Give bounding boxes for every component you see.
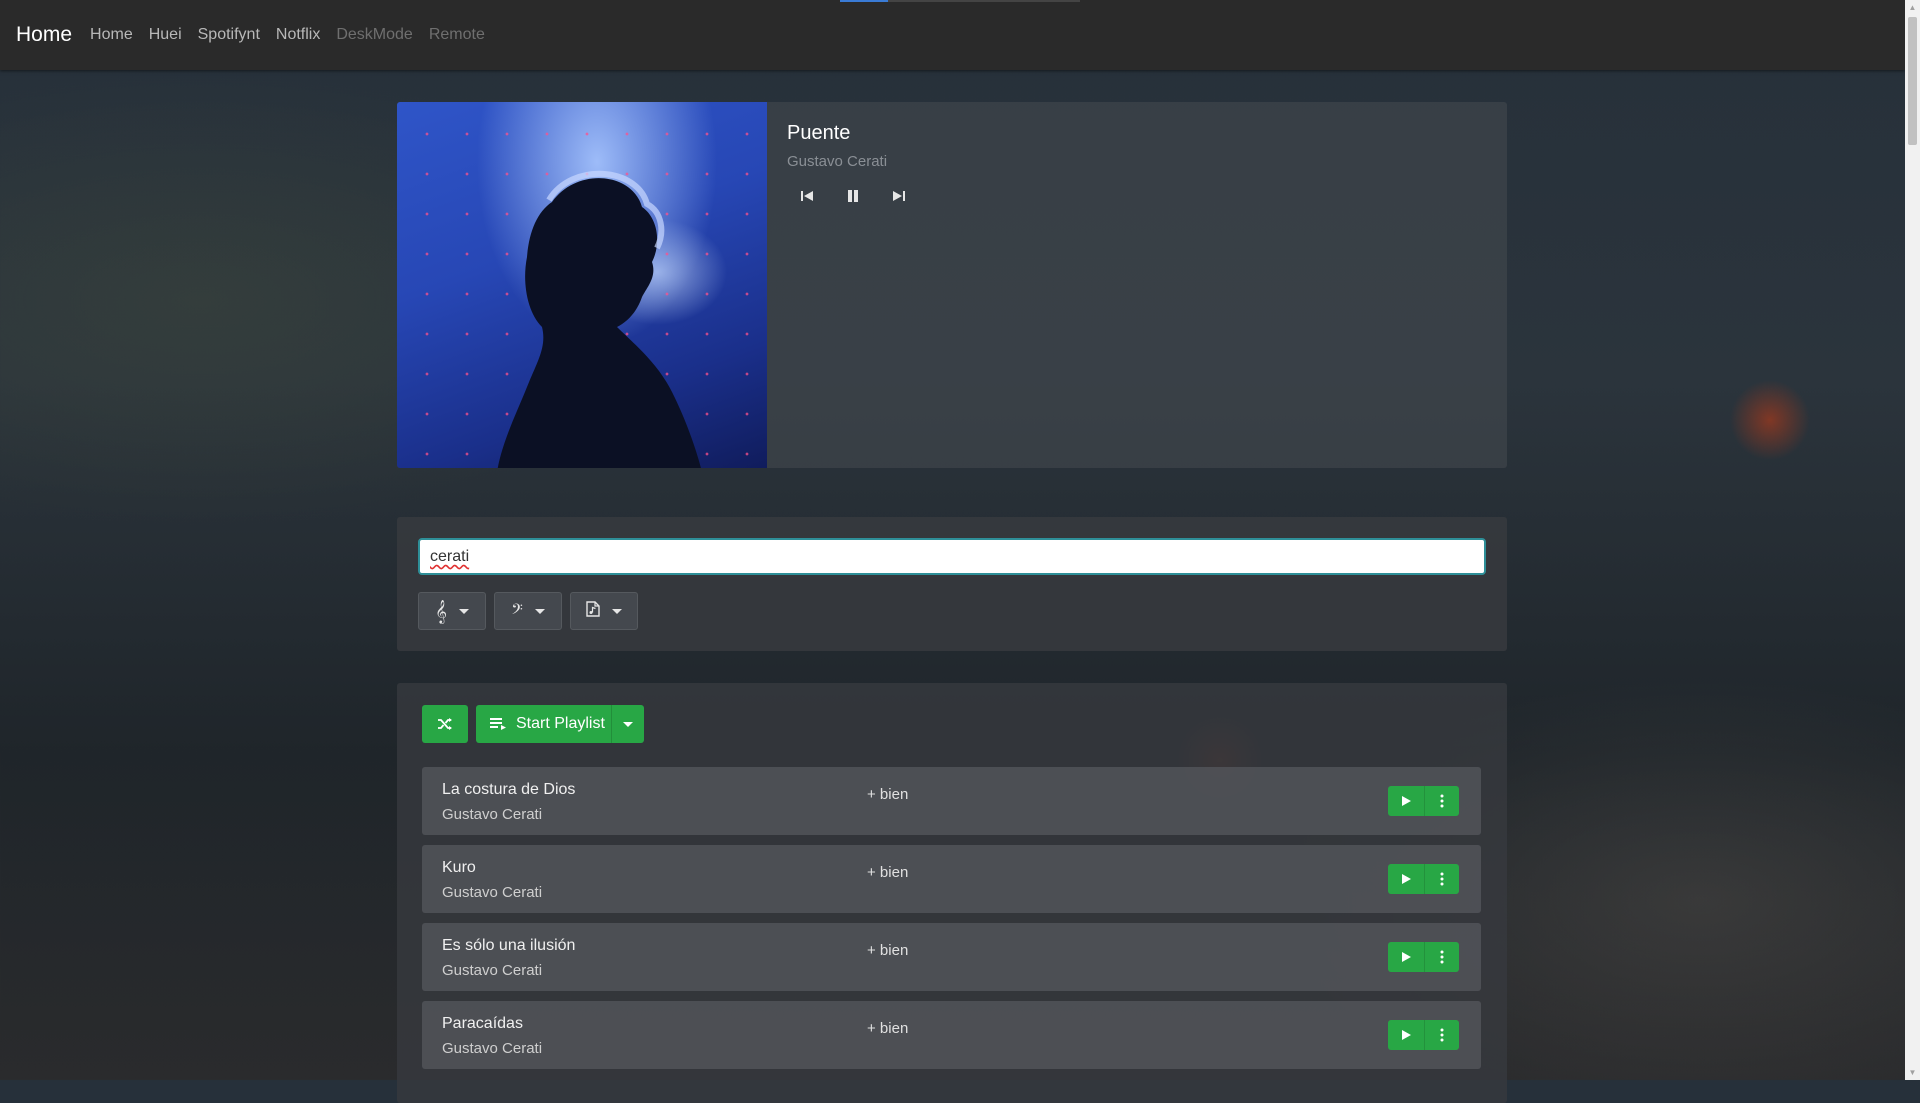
more-vertical-icon: [1440, 950, 1444, 964]
scrollbar-thumb[interactable]: [1908, 17, 1917, 145]
page-scrollbar[interactable]: ▲ ▼: [1905, 0, 1920, 1080]
play-icon: [1402, 874, 1411, 884]
track-row-title: Kuro: [442, 859, 476, 876]
search-input[interactable]: cerati: [418, 538, 1486, 575]
play-button[interactable]: [1388, 1020, 1424, 1050]
more-options-button[interactable]: [1424, 786, 1459, 816]
now-playing-card: Puente Gustavo Cerati: [397, 102, 1507, 468]
music-file-filter-dropdown[interactable]: [570, 592, 638, 630]
more-vertical-icon: [1440, 872, 1444, 886]
bass-clef-filter-dropdown[interactable]: 𝄢: [494, 592, 562, 630]
play-button[interactable]: [1388, 864, 1424, 894]
track-row-title: Paracaídas: [442, 1015, 523, 1032]
start-playlist-button[interactable]: Start Playlist: [476, 705, 644, 743]
more-options-button[interactable]: [1424, 864, 1459, 894]
track-row-title: Es sólo una ilusión: [442, 937, 576, 954]
play-icon: [1402, 1030, 1411, 1040]
skip-next-icon[interactable]: [889, 186, 909, 206]
nav-link-remote: Remote: [428, 26, 485, 43]
skip-previous-icon[interactable]: [797, 186, 817, 206]
chevron-down-icon: [612, 608, 622, 614]
navbar-brand[interactable]: Home: [16, 23, 72, 47]
navbar: Home Home Huei Spotifynt Notflix DeskMod…: [0, 0, 1905, 70]
shuffle-icon: [438, 718, 452, 730]
nav-link-spotifynt[interactable]: Spotifynt: [198, 26, 260, 44]
treble-clef-filter-dropdown[interactable]: 𝄞: [418, 592, 486, 630]
chevron-down-icon: [623, 721, 633, 727]
loading-indicator: [840, 0, 1080, 2]
chevron-down-icon: [534, 608, 545, 614]
music-file-icon: [586, 600, 600, 622]
playlist-icon: [490, 718, 506, 730]
track-row-artist: Gustavo Cerati: [442, 962, 543, 979]
track-row-title: La costura de Dios: [442, 781, 576, 798]
nav-link-notflix[interactable]: Notflix: [276, 26, 320, 44]
play-icon: [1402, 952, 1411, 962]
track-title: Puente: [787, 122, 851, 144]
more-vertical-icon: [1440, 794, 1444, 808]
nav-link-home[interactable]: Home: [90, 26, 133, 44]
chevron-down-icon: [458, 608, 469, 614]
track-row[interactable]: Paracaídas Gustavo Cerati + bien: [422, 1001, 1481, 1069]
more-vertical-icon: [1440, 1028, 1444, 1042]
scroll-down-icon[interactable]: ▼: [1905, 1065, 1920, 1080]
nav-link-huei[interactable]: Huei: [149, 26, 182, 44]
playlist-options-toggle[interactable]: [611, 705, 644, 743]
track-row[interactable]: Es sólo una ilusión Gustavo Cerati + bie…: [422, 923, 1481, 991]
play-icon: [1402, 796, 1411, 806]
track-row-tag[interactable]: + bien: [867, 864, 908, 881]
track-row[interactable]: La costura de Dios Gustavo Cerati + bien: [422, 767, 1481, 835]
bass-clef-icon: 𝄢: [511, 600, 523, 622]
scroll-up-icon[interactable]: ▲: [1905, 0, 1920, 15]
more-options-button[interactable]: [1424, 942, 1459, 972]
track-row[interactable]: Kuro Gustavo Cerati + bien: [422, 845, 1481, 913]
more-options-button[interactable]: [1424, 1020, 1459, 1050]
track-row-artist: Gustavo Cerati: [442, 806, 543, 823]
search-panel: cerati 𝄞 𝄢: [397, 517, 1507, 651]
track-row-artist: Gustavo Cerati: [442, 884, 543, 901]
track-row-tag[interactable]: + bien: [867, 942, 908, 959]
pause-icon[interactable]: [843, 186, 863, 206]
track-list-panel: Start Playlist La costura de Dios Gustav…: [397, 683, 1507, 1103]
play-button[interactable]: [1388, 786, 1424, 816]
search-input-value: cerati: [430, 548, 470, 565]
play-button[interactable]: [1388, 942, 1424, 972]
track-row-tag[interactable]: + bien: [867, 1020, 908, 1037]
track-row-tag[interactable]: + bien: [867, 786, 908, 803]
track-row-artist: Gustavo Cerati: [442, 1040, 543, 1057]
treble-clef-icon: 𝄞: [435, 599, 447, 623]
track-artist: Gustavo Cerati: [787, 153, 888, 170]
shuffle-button[interactable]: [422, 705, 468, 743]
start-playlist-label: Start Playlist: [516, 715, 605, 732]
nav-link-deskmode: DeskMode: [336, 26, 413, 43]
album-cover: [397, 102, 767, 468]
